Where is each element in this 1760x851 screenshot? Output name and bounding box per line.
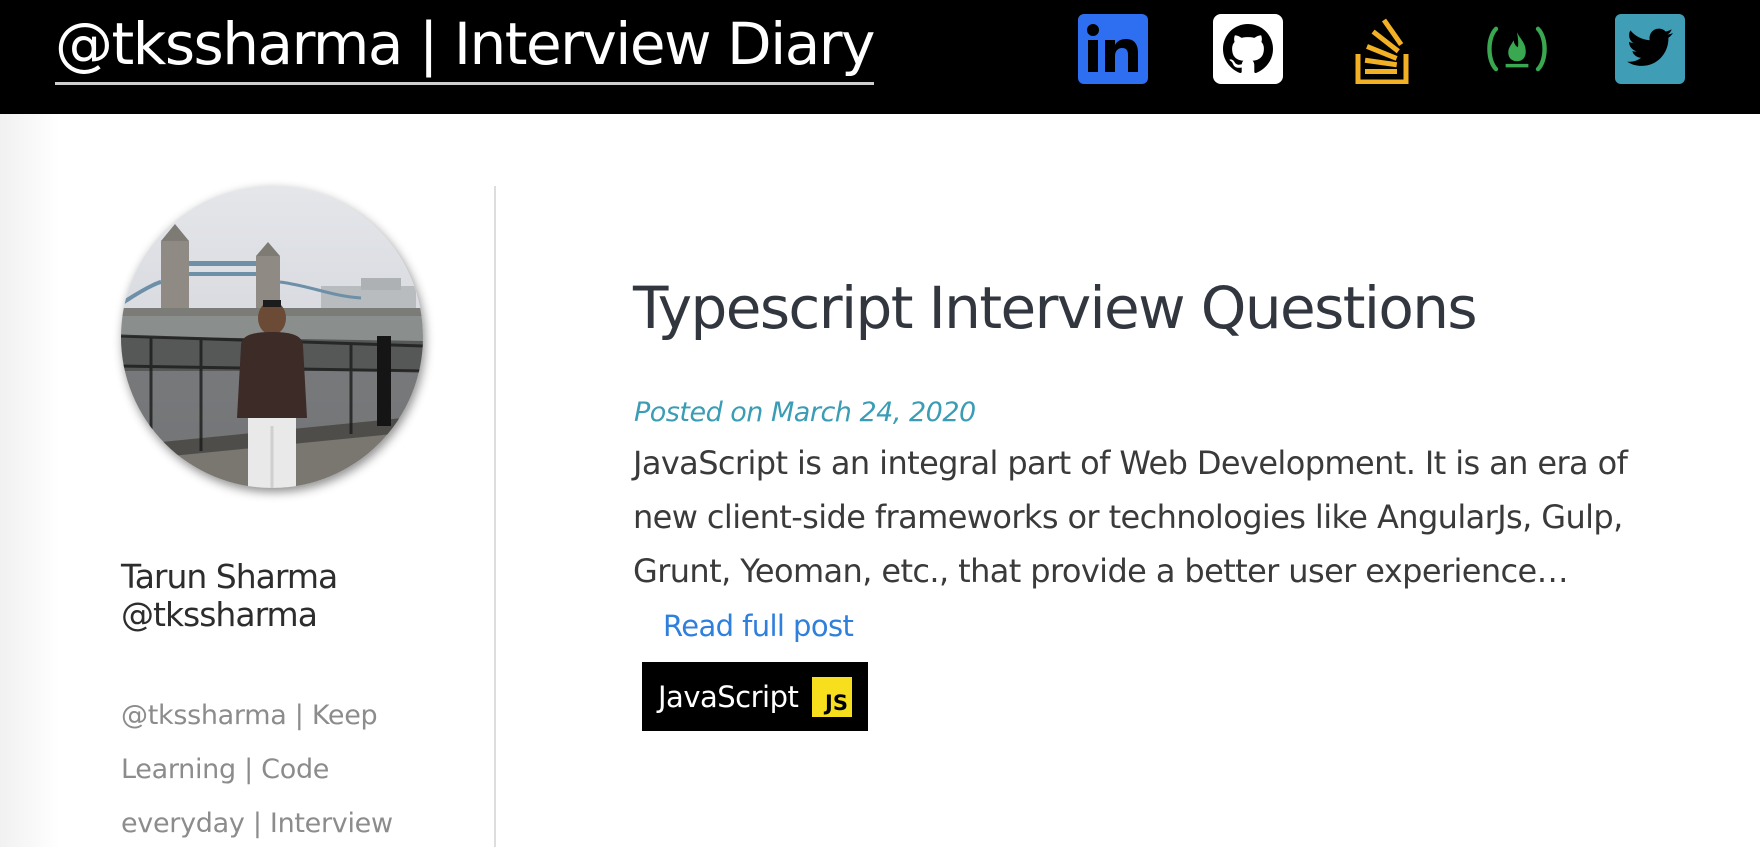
twitter-link[interactable] bbox=[1615, 14, 1685, 84]
tag-label: JavaScript bbox=[658, 680, 799, 714]
tag-javascript[interactable]: JavaScript JS bbox=[642, 662, 868, 731]
post-title[interactable]: Typescript Interview Questions bbox=[633, 268, 1478, 348]
twitter-icon bbox=[1615, 14, 1685, 84]
site-title-link[interactable]: @tkssharma | Interview Diary bbox=[55, 6, 875, 85]
freecodecamp-link[interactable] bbox=[1482, 14, 1552, 84]
avatar-photo bbox=[121, 186, 423, 488]
sidebar-divider bbox=[494, 186, 496, 847]
read-full-post-link[interactable]: Read full post bbox=[663, 609, 854, 643]
stackoverflow-link[interactable] bbox=[1348, 14, 1418, 84]
github-icon bbox=[1213, 14, 1283, 84]
post-excerpt-text: JavaScript is an integral part of Web De… bbox=[633, 444, 1628, 590]
author-name: Tarun Sharma @tkssharma bbox=[121, 557, 338, 634]
author-avatar bbox=[121, 186, 423, 488]
author-bio: @tkssharma | Keep Learning | Code everyd… bbox=[121, 700, 393, 839]
javascript-logo-icon: JS bbox=[812, 677, 852, 717]
post-date: Posted on March 24, 2020 bbox=[634, 397, 976, 428]
linkedin-link[interactable] bbox=[1078, 14, 1148, 84]
linkedin-icon bbox=[1078, 14, 1148, 84]
freecodecamp-icon bbox=[1487, 26, 1547, 72]
post-excerpt: JavaScript is an integral part of Web De… bbox=[633, 436, 1663, 653]
github-link[interactable] bbox=[1213, 14, 1283, 84]
stackoverflow-icon bbox=[1355, 18, 1409, 84]
top-navbar: @tkssharma | Interview Diary bbox=[0, 0, 1760, 114]
left-page-shade bbox=[0, 114, 60, 847]
